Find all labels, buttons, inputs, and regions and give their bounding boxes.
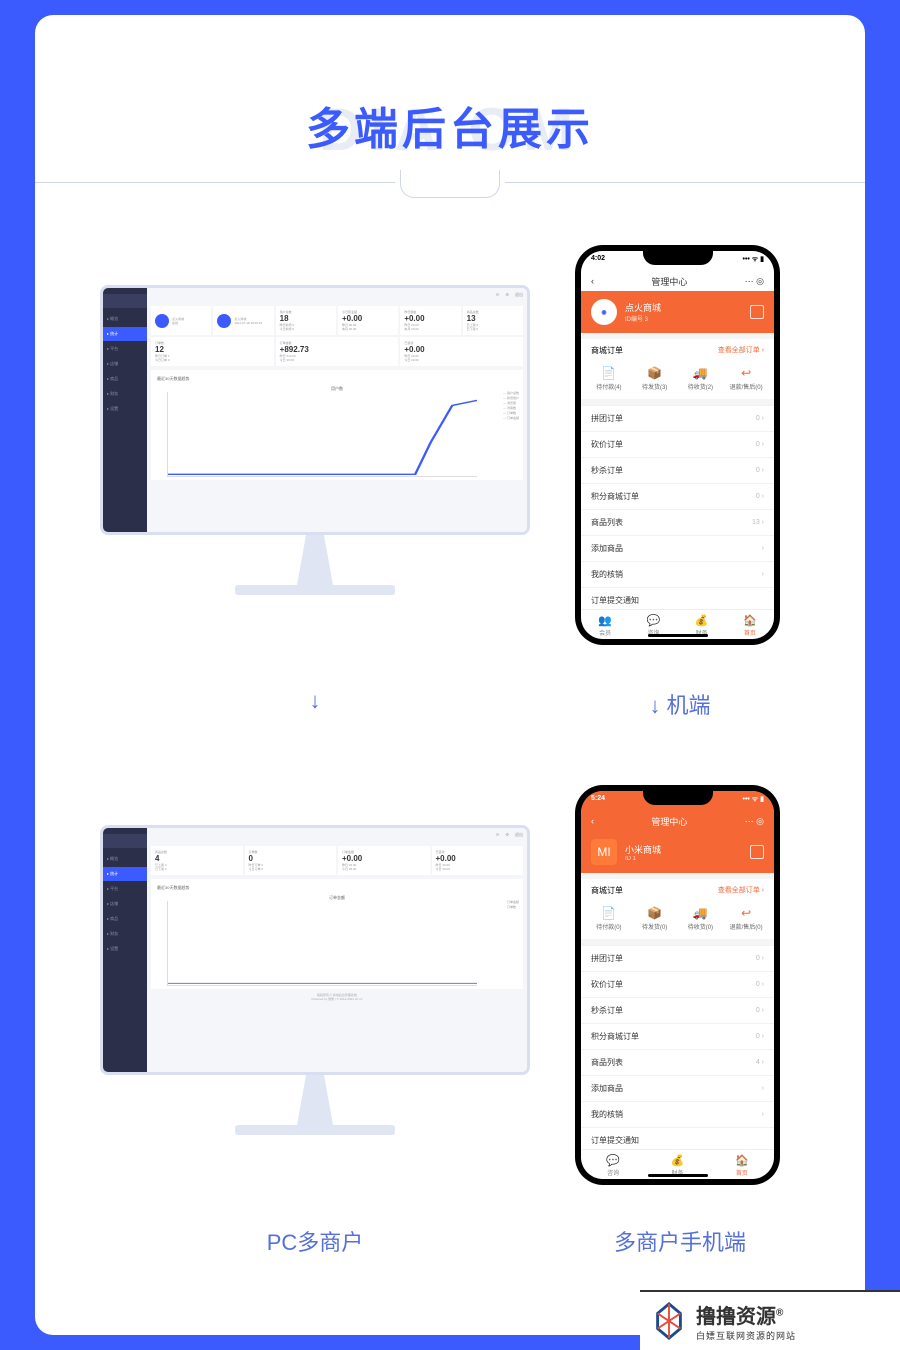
- stat-card: 今日营业额+0.00昨日 ¥0.00本月 ¥0.00: [338, 306, 398, 335]
- chart-title: 最近30天数据趋势: [157, 885, 517, 891]
- nav-tab[interactable]: 🏠首页: [726, 614, 774, 637]
- list-item[interactable]: 拼团订单0 ›: [581, 945, 774, 971]
- sidebar-item[interactable]: ▸ 设置: [103, 402, 147, 416]
- order-tab[interactable]: 🚚待收货(0): [679, 906, 723, 931]
- section-title: 商城订单: [591, 345, 623, 356]
- shop-logo-icon: MI: [591, 839, 617, 865]
- nav-tab[interactable]: 👥会员: [581, 614, 629, 637]
- list-item[interactable]: 我的核销›: [581, 1101, 774, 1127]
- pc-monitor-1: ▸ 概览▸ 统计▸ 平台▸ 店铺▸ 商品▸ 财务▸ 设置 ⟳⚙退出 点火商城在线…: [100, 285, 530, 615]
- sidebar-item[interactable]: ▸ 统计: [103, 327, 147, 341]
- order-tab[interactable]: 📦待发货(3): [633, 366, 677, 391]
- shop-banner[interactable]: ◉ 点火商城ID编号 3: [581, 291, 774, 333]
- list-item[interactable]: 拼团订单0 ›: [581, 405, 774, 431]
- label-pc: ↓: [215, 688, 415, 714]
- stat-card: 订单金额+0.00昨日 ¥0.00今日 ¥0.00: [338, 846, 430, 875]
- stat-card: 昨日佣金+0.00昨日 ¥0.00本月 ¥0.00: [400, 306, 460, 335]
- signal-icon: ••• ᯤ ▮: [743, 795, 765, 807]
- list-item[interactable]: 秒杀订单0 ›: [581, 997, 774, 1023]
- footer-watermark: 撸撸资源® 白嫖互联网资源的网站: [640, 1290, 900, 1350]
- list-item[interactable]: 积分商城订单0 ›: [581, 483, 774, 509]
- stat-card: 已退款+0.00昨日 ¥0.00今日 ¥0.00: [432, 846, 524, 875]
- pc-monitor-2: ▸ 概览▸ 统计▸ 平台▸ 店铺▸ 商品▸ 财务▸ 设置 ⟳⚙退出 商品总数4已…: [100, 825, 530, 1155]
- page-title: 多端后台展示: [35, 93, 865, 157]
- stat-card: 商品总数13已上架 6已下架 6: [463, 306, 523, 335]
- order-tab[interactable]: 📄待付款(4): [587, 366, 631, 391]
- phone-header: ‹管理中心⋯ ◎: [581, 271, 774, 291]
- order-tab[interactable]: 🚚待收货(2): [679, 366, 723, 391]
- footer-logo-icon: [650, 1302, 688, 1340]
- back-icon[interactable]: ‹: [591, 276, 594, 286]
- sidebar-item[interactable]: ▸ 店铺: [103, 357, 147, 371]
- order-tab[interactable]: 📦待发货(0): [633, 906, 677, 931]
- stat-card: 订单数0昨日订单 0今日订单 0: [245, 846, 337, 875]
- order-tab[interactable]: ↩退款/售后(0): [724, 366, 768, 391]
- stat-card: 用户总数18昨日新增 0今日新增 0: [276, 306, 336, 335]
- order-tab[interactable]: 📄待付款(0): [587, 906, 631, 931]
- sidebar-item[interactable]: ▸ 财务: [103, 927, 147, 941]
- list-item[interactable]: 我的核销›: [581, 561, 774, 587]
- list-item[interactable]: 砍价订单0 ›: [581, 971, 774, 997]
- sidebar-item[interactable]: ▸ 店铺: [103, 897, 147, 911]
- stat-card: 商品总数4已上架 4已下架 0: [151, 846, 243, 875]
- phone-2: 5:24••• ᯤ ▮ ‹管理中心⋯ ◎ MI 小米商城ID 1 商城订单查看全…: [575, 785, 780, 1185]
- divider: [35, 170, 865, 200]
- phone-1: 4:02••• ᯤ ▮ ‹管理中心⋯ ◎ ◉ 点火商城ID编号 3 商城订单查看…: [575, 245, 780, 645]
- sidebar-item[interactable]: ▸ 概览: [103, 852, 147, 866]
- label-mobile: ↓ 机端: [580, 688, 780, 720]
- stat-card: 已退款+0.00昨日 ¥0.00今日 ¥0.00: [400, 337, 523, 366]
- sidebar-item[interactable]: ▸ 平台: [103, 882, 147, 896]
- sidebar-item[interactable]: ▸ 财务: [103, 387, 147, 401]
- nav-tab[interactable]: 💬咨询: [581, 1154, 645, 1177]
- order-tab[interactable]: ↩退款/售后(0): [724, 906, 768, 931]
- list-item[interactable]: 积分商城订单0 ›: [581, 1023, 774, 1049]
- phone-header: ‹管理中心⋯ ◎: [581, 811, 774, 831]
- back-icon[interactable]: ‹: [591, 816, 594, 826]
- signal-icon: ••• ᯤ ▮: [743, 255, 765, 267]
- view-all-link[interactable]: 查看全部订单 ›: [718, 885, 764, 896]
- pc-sidebar: ▸ 概览▸ 统计▸ 平台▸ 店铺▸ 商品▸ 财务▸ 设置: [103, 288, 147, 532]
- list-item[interactable]: 砍价订单0 ›: [581, 431, 774, 457]
- sidebar-item[interactable]: ▸ 平台: [103, 342, 147, 356]
- sidebar-item[interactable]: ▸ 统计: [103, 867, 147, 881]
- list-item[interactable]: 商品列表4 ›: [581, 1049, 774, 1075]
- sidebar-item[interactable]: ▸ 商品: [103, 372, 147, 386]
- stat-card: 订单金额+892.73昨日 ¥12.00今日 ¥0.00: [276, 337, 399, 366]
- section-title: 商城订单: [591, 885, 623, 896]
- shop-logo-icon: ◉: [591, 299, 617, 325]
- list-item[interactable]: 添加商品›: [581, 535, 774, 561]
- nav-tab[interactable]: 🏠首页: [710, 1154, 774, 1177]
- stat-card: 订单数12昨日订单 1今日订单 0: [151, 337, 274, 366]
- scan-icon[interactable]: [750, 305, 764, 319]
- view-all-link[interactable]: 查看全部订单 ›: [718, 345, 764, 356]
- more-icon[interactable]: ⋯ ◎: [745, 816, 764, 827]
- more-icon[interactable]: ⋯ ◎: [745, 276, 764, 287]
- sidebar-item[interactable]: ▸ 概览: [103, 312, 147, 326]
- label-pc-merchant: PC多商户: [215, 1225, 415, 1257]
- list-item[interactable]: 商品列表13 ›: [581, 509, 774, 535]
- chart-title: 最近30天数据趋势: [157, 376, 517, 382]
- sidebar-item[interactable]: ▸ 设置: [103, 942, 147, 956]
- list-item[interactable]: 秒杀订单0 ›: [581, 457, 774, 483]
- chart-area: [167, 392, 477, 477]
- pc-sidebar: ▸ 概览▸ 统计▸ 平台▸ 店铺▸ 商品▸ 财务▸ 设置: [103, 828, 147, 1072]
- shop-banner[interactable]: MI 小米商城ID 1: [581, 831, 774, 873]
- label-mobile-merchant: 多商户手机端: [580, 1225, 780, 1257]
- list-item[interactable]: 添加商品›: [581, 1075, 774, 1101]
- scan-icon[interactable]: [750, 845, 764, 859]
- sidebar-item[interactable]: ▸ 商品: [103, 912, 147, 926]
- chart-area: [167, 901, 477, 986]
